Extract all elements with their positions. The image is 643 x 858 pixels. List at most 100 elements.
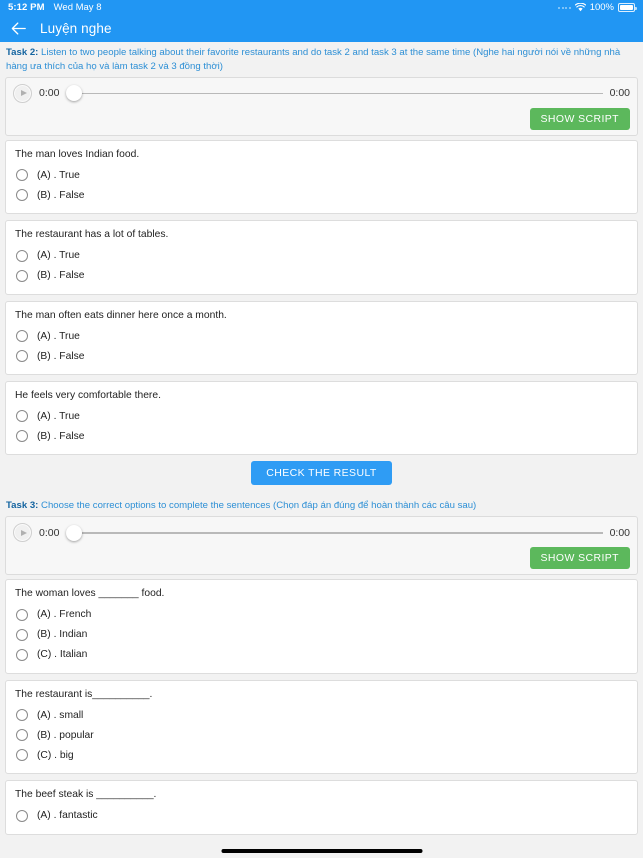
option-label: (B) . False bbox=[37, 350, 85, 362]
task-2-check-row: CHECK THE RESULT bbox=[0, 461, 643, 486]
option-label: (A) . True bbox=[37, 330, 80, 342]
task-2-check-result-button[interactable]: CHECK THE RESULT bbox=[251, 461, 392, 486]
home-indicator bbox=[221, 849, 422, 853]
question-text: The man often eats dinner here once a mo… bbox=[15, 309, 227, 321]
option-label: (A) . True bbox=[37, 250, 80, 262]
task-2-script-row: SHOW SCRIPT bbox=[13, 107, 630, 130]
play-icon[interactable] bbox=[13, 523, 32, 543]
option-label: (A) . True bbox=[37, 169, 80, 181]
question-text: The restaurant has a lot of tables. bbox=[15, 229, 169, 241]
radio-icon[interactable] bbox=[16, 709, 28, 722]
status-date: Wed May 8 bbox=[53, 2, 102, 13]
task-2-seek-slider[interactable] bbox=[66, 85, 603, 102]
task-2-show-script-button[interactable]: SHOW SCRIPT bbox=[529, 107, 630, 130]
task-3-seek-slider[interactable] bbox=[66, 524, 603, 541]
option-row[interactable]: (A) . fantastic bbox=[15, 806, 628, 826]
radio-icon[interactable] bbox=[16, 350, 28, 363]
radio-icon[interactable] bbox=[16, 330, 28, 343]
battery-percent-label: 100% bbox=[589, 2, 614, 13]
task-2-label: Task 2: bbox=[6, 47, 39, 58]
radio-icon[interactable] bbox=[16, 809, 28, 822]
question-text: The restaurant is__________. bbox=[15, 688, 153, 700]
page-title: Luyện nghe bbox=[40, 21, 112, 36]
task-3-current-time: 0:00 bbox=[39, 526, 60, 539]
option-row[interactable]: (B) . False bbox=[15, 266, 628, 286]
task-2-total-time: 0:00 bbox=[609, 87, 630, 100]
seek-track bbox=[66, 532, 603, 534]
task-3-show-script-button[interactable]: SHOW SCRIPT bbox=[529, 547, 630, 570]
option-label: (A) . True bbox=[37, 410, 80, 422]
radio-icon[interactable] bbox=[16, 608, 28, 621]
question-text: The woman loves _______ food. bbox=[15, 588, 165, 600]
battery-icon bbox=[618, 3, 637, 12]
seek-thumb[interactable] bbox=[66, 85, 83, 102]
radio-icon[interactable] bbox=[16, 249, 28, 262]
content-scroll-area[interactable]: Task 2: Listen to two people talking abo… bbox=[0, 42, 643, 858]
option-row[interactable]: (C) . Italian bbox=[15, 645, 628, 665]
task-3-label: Task 3: bbox=[6, 500, 39, 512]
question-text: He feels very comfortable there. bbox=[15, 390, 161, 402]
radio-icon[interactable] bbox=[16, 628, 28, 641]
status-right-cluster: 100% bbox=[558, 2, 637, 13]
seek-track bbox=[66, 92, 603, 95]
radio-icon[interactable] bbox=[16, 648, 28, 661]
task-2-current-time: 0:00 bbox=[39, 87, 60, 100]
task-3-script-row: SHOW SCRIPT bbox=[13, 547, 630, 570]
status-time: 5:12 PM bbox=[8, 2, 45, 13]
radio-icon[interactable] bbox=[16, 269, 28, 282]
task-2-question-3: The man often eats dinner here once a mo… bbox=[5, 300, 638, 376]
option-row[interactable]: (C) . big bbox=[15, 745, 628, 765]
signal-dots-icon bbox=[558, 6, 571, 9]
task-2-question-1: The man loves Indian food. (A) . True (B… bbox=[5, 139, 638, 215]
option-label: (A) . small bbox=[37, 709, 84, 721]
task-3-intro: Task 3: Choose the correct options to co… bbox=[0, 495, 643, 516]
option-row[interactable]: (B) . Indian bbox=[15, 625, 628, 645]
option-row[interactable]: (A) . French bbox=[15, 605, 628, 625]
option-label: (C) . big bbox=[37, 749, 74, 761]
radio-icon[interactable] bbox=[16, 749, 28, 762]
option-label: (C) . Italian bbox=[37, 649, 88, 661]
task-3-question-2: The restaurant is__________. (A) . small… bbox=[5, 679, 638, 775]
task-3-question-1: The woman loves _______ food. (A) . Fren… bbox=[5, 579, 638, 674]
option-label: (B) . Indian bbox=[37, 629, 88, 641]
option-row[interactable]: (A) . small bbox=[15, 705, 628, 725]
back-arrow-icon[interactable] bbox=[10, 20, 27, 37]
task-2-audio-player: 0:00 0:00 SHOW SCRIPT bbox=[5, 76, 638, 136]
option-row[interactable]: (B) . popular bbox=[15, 725, 628, 745]
task-3-player-controls: 0:00 0:00 bbox=[13, 523, 630, 543]
radio-icon[interactable] bbox=[16, 729, 28, 742]
option-label: (B) . popular bbox=[37, 729, 94, 741]
radio-icon[interactable] bbox=[16, 430, 28, 443]
option-label: (B) . False bbox=[37, 189, 85, 201]
task-3-total-time: 0:00 bbox=[609, 526, 630, 539]
task-3-question-3: The beef steak is __________. (A) . fant… bbox=[5, 780, 638, 835]
radio-icon[interactable] bbox=[16, 410, 28, 423]
task-2-player-controls: 0:00 0:00 bbox=[13, 83, 630, 103]
task-3-description: Choose the correct options to complete t… bbox=[41, 500, 477, 512]
task-3-audio-player: 0:00 0:00 SHOW SCRIPT bbox=[5, 516, 638, 576]
question-text: The beef steak is __________. bbox=[15, 789, 157, 801]
option-row[interactable]: (A) . True bbox=[15, 165, 628, 185]
seek-thumb[interactable] bbox=[66, 524, 83, 541]
radio-icon[interactable] bbox=[16, 169, 28, 182]
option-label: (A) . fantastic bbox=[37, 810, 98, 822]
option-row[interactable]: (B) . False bbox=[15, 185, 628, 205]
task-2-question-2: The restaurant has a lot of tables. (A) … bbox=[5, 220, 638, 295]
option-row[interactable]: (A) . True bbox=[15, 246, 628, 266]
app-screen: 5:12 PM Wed May 8 100% Luyện nghe Task 2… bbox=[0, 0, 643, 858]
status-bar: 5:12 PM Wed May 8 100% bbox=[0, 0, 643, 15]
play-icon[interactable] bbox=[13, 83, 32, 103]
question-text: The man loves Indian food. bbox=[15, 148, 140, 160]
task-2-description: Listen to two people talking about their… bbox=[6, 47, 621, 72]
task-2-intro: Task 2: Listen to two people talking abo… bbox=[0, 42, 643, 77]
option-label: (B) . False bbox=[37, 270, 85, 282]
option-row[interactable]: (B) . False bbox=[15, 346, 628, 366]
option-row[interactable]: (A) . True bbox=[15, 326, 628, 346]
option-row[interactable]: (B) . False bbox=[15, 426, 628, 446]
option-label: (B) . False bbox=[37, 430, 85, 442]
radio-icon[interactable] bbox=[16, 189, 28, 202]
option-label: (A) . French bbox=[37, 609, 92, 621]
wifi-icon bbox=[574, 3, 586, 12]
option-row[interactable]: (A) . True bbox=[15, 406, 628, 426]
task-2-question-4: He feels very comfortable there. (A) . T… bbox=[5, 381, 638, 456]
